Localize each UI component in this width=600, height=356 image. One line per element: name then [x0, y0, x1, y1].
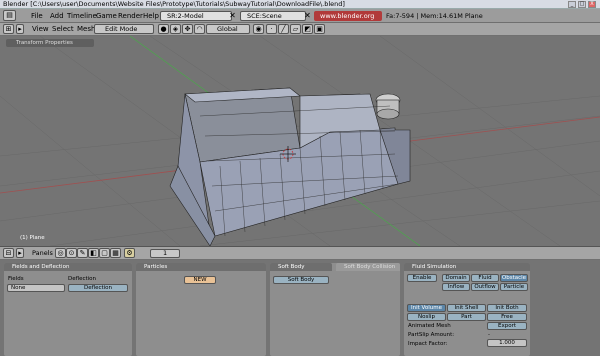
pivot-icon[interactable]: ◈	[170, 24, 181, 34]
object-label: (1) Plane	[20, 235, 45, 241]
logic-context-icon[interactable]: ◎	[55, 248, 66, 258]
soft-body-panel: Soft Body Soft Body Collision Soft Body	[270, 263, 400, 356]
init-both-button[interactable]: Init Both	[487, 304, 527, 312]
partslip-value: -	[488, 332, 490, 338]
shading-context-icon[interactable]: ✎	[77, 248, 88, 258]
menu-add[interactable]: Add	[50, 11, 64, 21]
deflection-label: Deflection	[68, 276, 97, 282]
frame-field[interactable]: 1	[150, 249, 180, 258]
init-shell-button[interactable]: Init Shell	[447, 304, 486, 312]
render-icon[interactable]: ▣	[314, 24, 325, 34]
delete-screen-icon[interactable]: ✕	[228, 11, 237, 21]
menu-select[interactable]: Select	[52, 24, 74, 34]
scene-selector[interactable]: SCE:Scene	[240, 11, 306, 21]
menu-render[interactable]: Render	[118, 11, 143, 21]
transform-properties-panel[interactable]: Transform Properties	[6, 39, 94, 47]
blender-url-link[interactable]: www.blender.org 245	[314, 11, 382, 30]
delete-scene-icon[interactable]: ✕	[303, 11, 312, 21]
fluid-enable-button[interactable]: Enable	[407, 274, 437, 282]
orientation-dropdown[interactable]: Global	[206, 24, 250, 34]
script-context-icon[interactable]: ⊙	[66, 248, 77, 258]
soft-body-button[interactable]: Soft Body	[273, 276, 329, 284]
mesh-model	[169, 87, 411, 246]
fluid-type-inflow[interactable]: Inflow	[442, 283, 470, 291]
layer-icon[interactable]: ◉	[253, 24, 264, 34]
impact-factor-field[interactable]: 1.000	[487, 339, 527, 347]
impact-factor-label: Impact Factor:	[408, 341, 448, 347]
mode-dropdown[interactable]: Edit Mode	[94, 24, 154, 34]
viewport-canvas	[0, 36, 600, 246]
panels-menu[interactable]: Panels	[32, 248, 53, 258]
editor-type-icon[interactable]: ⊞	[3, 24, 14, 34]
partslip-label: PartSlip Amount:	[408, 332, 455, 338]
tab-soft-body-collision[interactable]: Soft Body Collision	[336, 263, 400, 271]
particles-panel: Particles NEW	[136, 263, 266, 356]
fluid-type-fluid[interactable]: Fluid	[471, 274, 499, 282]
fields-deflection-panel: Fields and Deflection Fields Deflection …	[4, 263, 132, 356]
fields-type-dropdown[interactable]: None	[7, 284, 65, 292]
particles-title[interactable]: Particles	[136, 263, 266, 271]
fields-label: Fields	[8, 276, 24, 282]
draw-type-icon[interactable]: ●	[158, 24, 169, 34]
menu-game[interactable]: Game	[96, 11, 117, 21]
init-volume-button[interactable]: Init Volume	[407, 304, 446, 312]
fluid-type-particle[interactable]: Particle	[500, 283, 528, 291]
view3d-header: ⊞ ▸ View Select Mesh Edit Mode ● ◈ ✥ ◠ G…	[0, 23, 600, 36]
physics-subcontext-icon[interactable]: ⚙	[124, 248, 135, 258]
object-context-icon[interactable]: ◧	[88, 248, 99, 258]
main-menu-bar: ▤ File Add Timeline Game Render Help SR:…	[0, 9, 600, 30]
collapse-menu-icon[interactable]: ▸	[16, 24, 24, 34]
fluid-simulation-title[interactable]: Fluid Simulation	[404, 263, 530, 271]
close-window-button[interactable]: X	[588, 1, 596, 8]
export-button[interactable]: Export	[487, 322, 527, 330]
menu-mesh[interactable]: Mesh	[77, 24, 95, 34]
menu-view[interactable]: View	[32, 24, 49, 34]
fluid-type-domain[interactable]: Domain	[442, 274, 470, 282]
free-slip-button[interactable]: Free	[487, 313, 527, 321]
editing-context-icon[interactable]: ▢	[99, 248, 110, 258]
face-select-icon[interactable]: ▱	[290, 24, 301, 34]
title-bar: Blender [C:\Users\user\Documents\Website…	[0, 0, 600, 9]
buttons-window: Fields and Deflection Fields Deflection …	[0, 260, 600, 356]
vertex-select-icon[interactable]: ·	[266, 24, 277, 34]
menu-help[interactable]: Help	[143, 11, 159, 21]
scene-stats: Fa:7-594 | Mem:14.61M Plane	[386, 12, 483, 20]
transform-manipulator-icon[interactable]: ✥	[182, 24, 193, 34]
menu-timeline[interactable]: Timeline	[67, 11, 97, 21]
maximize-button[interactable]: □	[578, 1, 586, 8]
occlude-icon[interactable]: ◩	[302, 24, 313, 34]
fluid-type-obstacle[interactable]: Obstacle	[500, 274, 528, 282]
3d-viewport[interactable]: Transform Properties (1) Plane	[0, 36, 600, 246]
scene-context-icon[interactable]: ▦	[110, 248, 121, 258]
window-type-icon[interactable]: ▤	[3, 10, 16, 21]
rotate-manipulator-icon[interactable]: ◠	[194, 24, 205, 34]
noslip-button[interactable]: Noslip	[407, 313, 446, 321]
buttons-collapse-icon[interactable]: ▸	[16, 248, 24, 258]
edge-select-icon[interactable]: ╱	[278, 24, 289, 34]
tab-soft-body[interactable]: Soft Body	[270, 263, 332, 271]
part-slip-button[interactable]: Part	[447, 313, 486, 321]
screen-selector[interactable]: SR:2-Model	[160, 11, 232, 21]
minimize-button[interactable]: _	[568, 1, 576, 8]
fluid-type-outflow[interactable]: Outflow	[471, 283, 499, 291]
deflection-button[interactable]: Deflection	[68, 284, 128, 292]
fields-deflection-title[interactable]: Fields and Deflection	[4, 263, 132, 271]
animated-mesh-label: Animated Mesh	[408, 323, 451, 329]
new-particles-button[interactable]: NEW	[184, 276, 216, 284]
buttons-header: ⊟ ▸ Panels ◎ ⊙ ✎ ◧ ▢ ▦ ⚙ 1	[0, 246, 600, 260]
window-title: Blender [C:\Users\user\Documents\Website…	[3, 0, 345, 8]
menu-file[interactable]: File	[31, 11, 43, 21]
fluid-simulation-panel: Fluid Simulation Enable Domain Fluid Obs…	[404, 263, 530, 356]
buttons-editor-icon[interactable]: ⊟	[3, 248, 14, 258]
